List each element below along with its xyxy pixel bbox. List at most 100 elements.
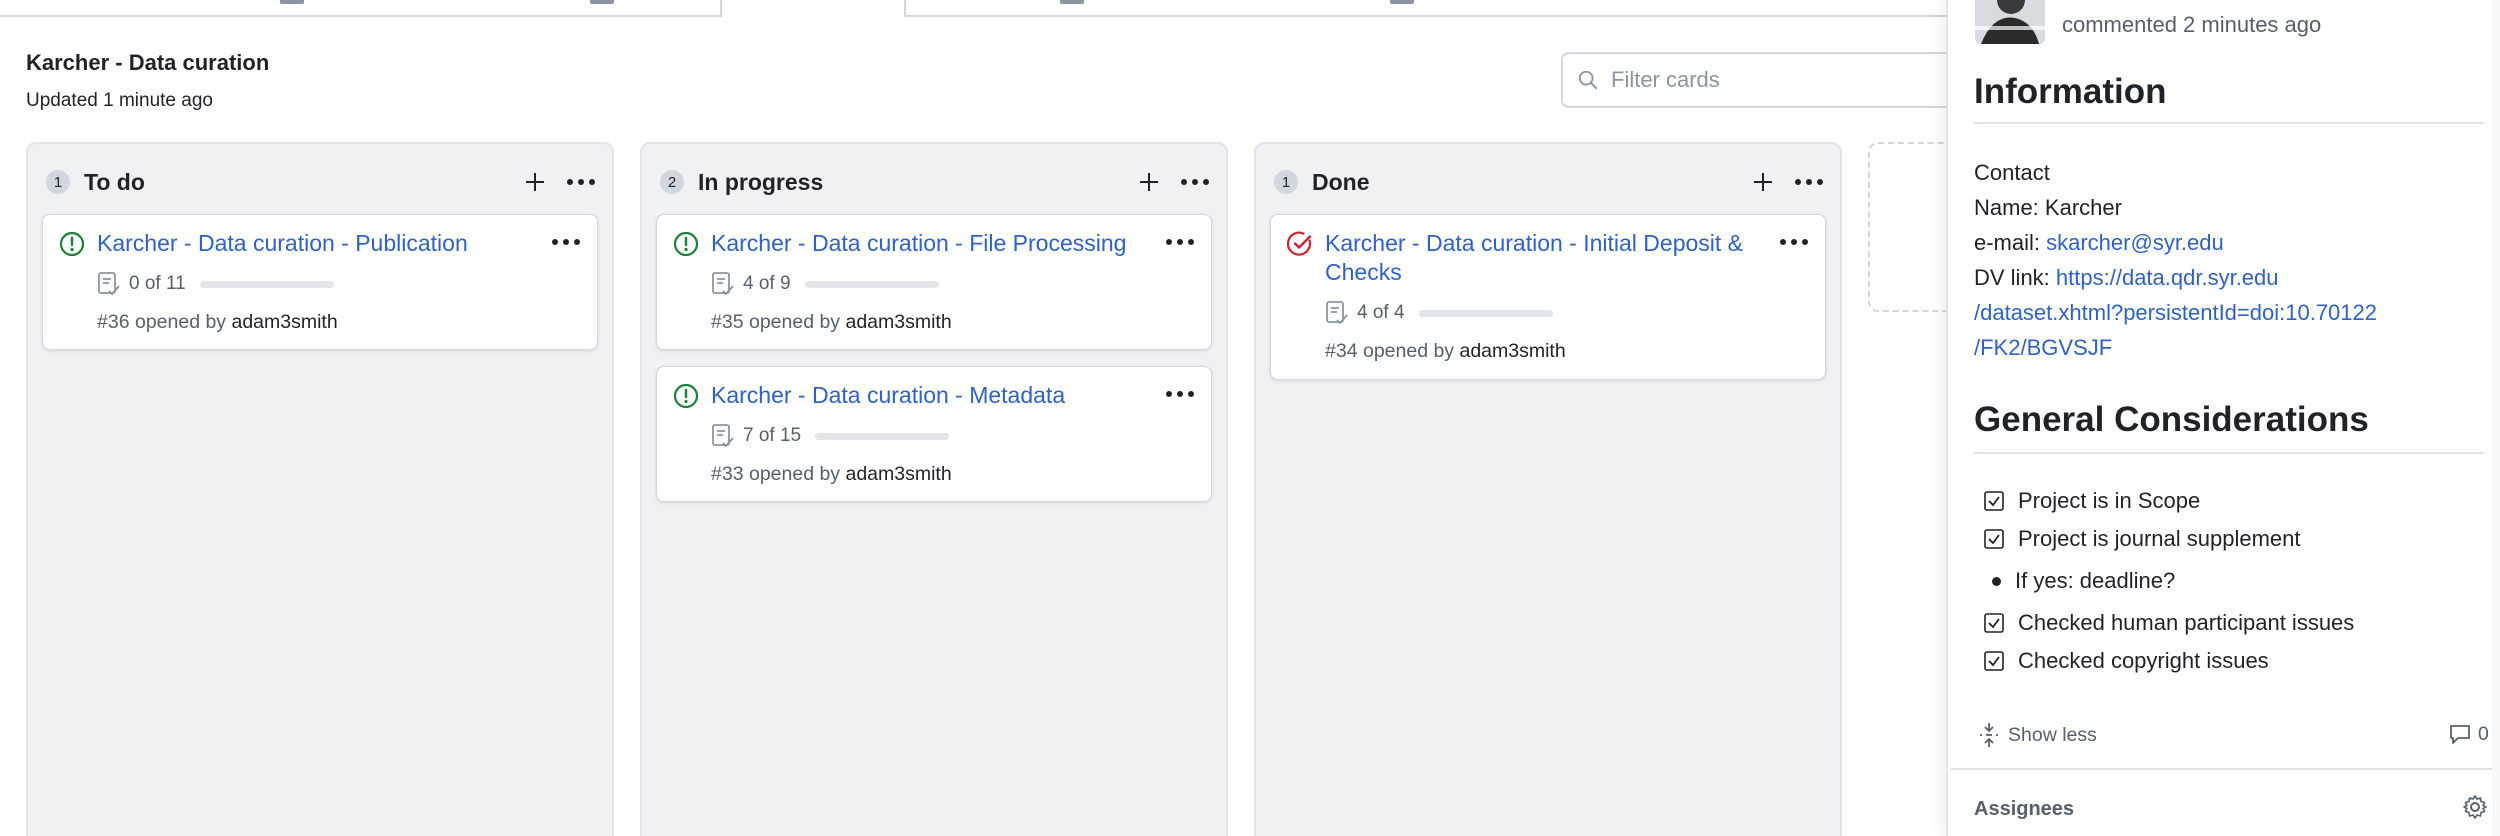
dv-link-cont[interactable]: /dataset.xhtml?persistentId=doi:10.70122 [1974, 300, 2377, 325]
checklist-item[interactable]: Project is journal supplement [1984, 526, 2300, 552]
checklist-label: Checked copyright issues [2018, 648, 2269, 673]
checklist-item[interactable]: Project is in Scope [1984, 488, 2200, 514]
column-card-count: 1 [46, 170, 70, 194]
unfold-icon [1980, 723, 1998, 747]
opened-by-label: opened by [748, 463, 841, 485]
card-title-row: Karcher - Data curation - Initial Deposi… [1287, 229, 1811, 287]
column-card-count: 1 [1274, 170, 1298, 194]
bullet-dot [1992, 576, 2001, 586]
task-progress-row: 4 of 4 [1325, 300, 1553, 326]
card-menu-button[interactable] [1163, 381, 1197, 407]
search-icon [1578, 70, 1598, 90]
information-heading: Information [1974, 72, 2167, 111]
checkbox-checked-icon[interactable] [1984, 651, 2004, 671]
checkbox-checked-icon[interactable] [1984, 613, 2004, 633]
issue-opened-icon [673, 231, 699, 257]
kebab-horizontal-icon [1181, 179, 1209, 185]
show-less-label: Show less [2008, 723, 2097, 746]
tasklist-icon [712, 424, 734, 448]
column-name: To do [84, 168, 145, 195]
dv-link-cont[interactable]: /FK2/BGVSJF [1974, 335, 2112, 360]
issue-card[interactable]: Karcher - Data curation - Initial Deposi… [1270, 214, 1826, 380]
column-done: 1 Done Karcher - Data curation - Initial… [1254, 142, 1842, 836]
issue-author-link[interactable]: adam3smith [231, 311, 337, 333]
checklist-label: Project is in Scope [2018, 488, 2201, 513]
column-menu-button[interactable] [564, 167, 598, 197]
issue-number: #33 [711, 463, 744, 485]
issue-title-link[interactable]: Karcher - Data curation - Publication [97, 229, 541, 258]
column-header: 1 To do [46, 162, 598, 202]
avatar[interactable] [1975, 0, 2045, 44]
filter-cards-input[interactable] [1611, 67, 1911, 93]
add-card-button[interactable] [520, 167, 550, 197]
contact-label: Contact [1974, 160, 2050, 185]
assignees-heading: Assignees [1974, 798, 2075, 820]
card-menu-button[interactable] [1163, 229, 1197, 255]
issue-title-link[interactable]: Karcher - Data curation - Metadata [711, 381, 1155, 410]
card-menu-button[interactable] [1777, 229, 1811, 255]
column-header: 1 Done [1274, 162, 1826, 202]
task-progress-bar [815, 432, 950, 440]
plus-icon [1754, 173, 1772, 191]
dv-link[interactable]: https://data.qdr.syr.edu [2056, 265, 2279, 290]
checklist-item[interactable]: Checked copyright issues [1984, 648, 2269, 674]
tab-icon[interactable] [1060, 0, 1084, 4]
issue-card[interactable]: Karcher - Data curation - File Processin… [656, 214, 1212, 350]
task-count: 4 of 4 [1357, 302, 1405, 323]
gear-icon[interactable] [2462, 794, 2488, 820]
card-menu-button[interactable] [549, 229, 583, 255]
comment-count[interactable]: 0 [2448, 722, 2489, 746]
tab-icon[interactable] [280, 0, 304, 4]
card-title-row: Karcher - Data curation - Publication [59, 229, 583, 258]
card-meta: #35 opened by adam3smith [711, 311, 952, 334]
card-meta: #33 opened by adam3smith [711, 463, 952, 486]
kebab-horizontal-icon [552, 239, 580, 245]
task-progress-row: 7 of 15 [711, 423, 950, 449]
column-menu-button[interactable] [1792, 167, 1826, 197]
project-title: Karcher - Data curation [26, 50, 270, 75]
checklist-item[interactable]: Checked human participant issues [1984, 610, 2354, 636]
task-count: 0 of 11 [129, 273, 186, 294]
issue-author-link[interactable]: adam3smith [845, 311, 951, 333]
tab-icon[interactable] [590, 0, 614, 4]
task-progress-bar [199, 280, 334, 288]
sub-bullet-text: If yes: deadline? [2015, 568, 2176, 593]
contact-email-line: e-mail: skarcher@syr.edu [1974, 225, 2474, 260]
tab-icon[interactable] [1390, 0, 1414, 4]
issue-opened-icon [673, 383, 699, 409]
opened-by-label: opened by [1362, 340, 1455, 362]
panel-scrollbar[interactable] [2492, 0, 2500, 836]
show-less-button[interactable]: Show less [1978, 722, 2097, 748]
column-menu-button[interactable] [1178, 167, 1212, 197]
task-progress-bar [1418, 309, 1553, 317]
issue-card[interactable]: Karcher - Data curation - Metadata 7 of … [656, 366, 1212, 502]
tab-board-active[interactable] [720, 0, 906, 17]
plus-icon [1140, 173, 1158, 191]
dv-link-label: DV link: [1974, 265, 2056, 290]
filter-cards-input-wrapper[interactable] [1561, 52, 1981, 108]
add-card-button[interactable] [1748, 167, 1778, 197]
issue-author-link[interactable]: adam3smith [1459, 340, 1565, 362]
task-count: 7 of 15 [743, 425, 802, 446]
column-name: In progress [698, 168, 824, 195]
kebab-horizontal-icon [1780, 239, 1808, 245]
tasklist-icon [712, 272, 734, 296]
issue-author-link[interactable]: adam3smith [845, 463, 951, 485]
issue-card[interactable]: Karcher - Data curation - Publication 0 … [42, 214, 598, 350]
email-link[interactable]: skarcher@syr.edu [2046, 230, 2224, 255]
issue-opened-icon [59, 231, 85, 257]
checkbox-checked-icon[interactable] [1984, 491, 2004, 511]
add-card-button[interactable] [1134, 167, 1164, 197]
issue-number: #35 [711, 311, 744, 333]
contact-block: Contact Name: Karcher e-mail: skarcher@s… [1974, 155, 2474, 365]
general-considerations-heading: General Considerations [1974, 400, 2369, 439]
checkbox-checked-icon[interactable] [1984, 529, 2004, 549]
issue-title-link[interactable]: Karcher - Data curation - File Processin… [711, 229, 1155, 258]
section-divider [1950, 768, 2500, 770]
task-progress-bar [804, 280, 939, 288]
comment-icon [2450, 725, 2470, 744]
issue-number: #34 [1325, 340, 1358, 362]
comment-timestamp: commented 2 minutes ago [2062, 12, 2322, 37]
issue-title-link[interactable]: Karcher - Data curation - Initial Deposi… [1325, 229, 1769, 287]
task-progress-row: 0 of 11 [97, 271, 334, 297]
